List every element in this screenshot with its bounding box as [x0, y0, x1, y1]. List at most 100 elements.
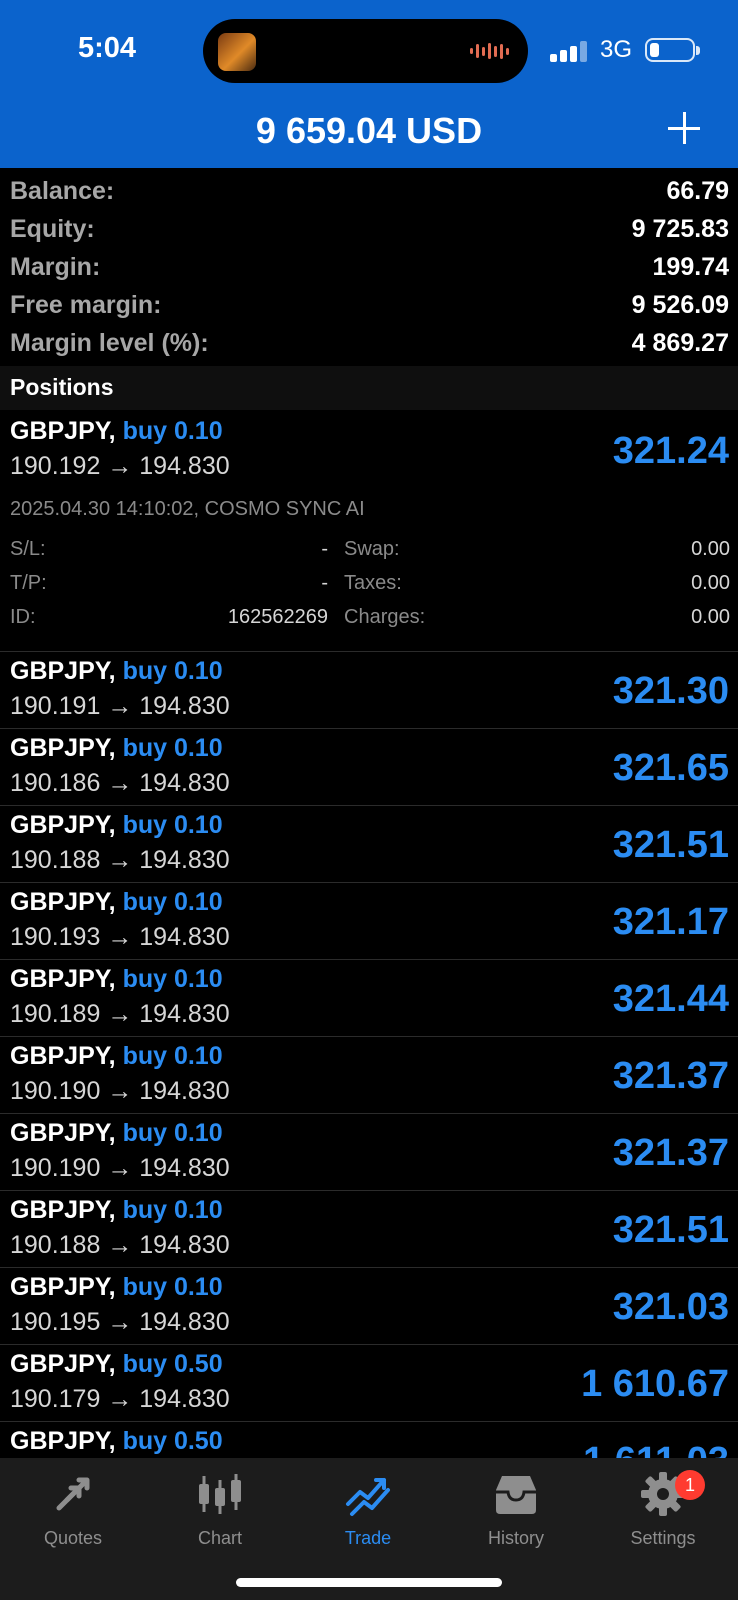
candlestick-chart-icon [199, 1474, 241, 1514]
notification-badge: 1 [675, 1470, 705, 1500]
tab-trade[interactable]: Trade [308, 1470, 428, 1549]
home-indicator[interactable] [236, 1578, 502, 1587]
summary-row: Margin: 199.74 [0, 248, 738, 286]
position-profit: 1 611.03 [583, 1440, 729, 1458]
charges-value: 0.00 [691, 606, 730, 628]
position-profit: 321.30 [612, 670, 729, 712]
position-profit: 1 610.67 [581, 1363, 729, 1405]
position-side: buy 0.10 [122, 1042, 223, 1070]
swap-value: 0.00 [691, 538, 730, 560]
summary-label: Equity: [10, 214, 95, 243]
position-profit: 321.37 [612, 1132, 729, 1174]
position-profit: 321.17 [612, 901, 729, 943]
position-symbol: GBPJPY, [10, 734, 116, 762]
position-side: buy 0.50 [122, 1350, 223, 1378]
position-row[interactable]: GBPJPY, buy 0.10 190.192 → 194.830 321.2… [0, 412, 738, 652]
position-side: buy 0.10 [122, 965, 223, 993]
summary-value: 4 869.27 [631, 328, 729, 357]
tab-label: Trade [344, 1528, 392, 1548]
tab-label: Settings [630, 1528, 696, 1548]
position-prices: 190.195 → 194.830 [10, 1308, 230, 1336]
position-row[interactable]: GBPJPY, buy 0.10 190.190 → 194.830 321.3… [0, 1037, 738, 1114]
tab-label: History [487, 1528, 544, 1548]
tp-value: - [321, 572, 328, 594]
swap-label: Swap: [344, 538, 400, 560]
position-symbol: GBPJPY, [10, 417, 116, 445]
top-header: 5:04 3G 9 659.04 USD [0, 0, 738, 168]
account-summary: Balance: 66.79 Equity: 9 725.83 Margin: … [0, 172, 738, 362]
position-side: buy 0.10 [122, 417, 223, 445]
position-prices: 190.188 → 194.830 [10, 1231, 230, 1259]
add-order-button[interactable] [664, 108, 704, 148]
summary-value: 199.74 [652, 252, 729, 281]
tab-label: Chart [197, 1528, 242, 1548]
position-row[interactable]: GBPJPY, buy 0.50 190.179 → 194.830 1 610… [0, 1345, 738, 1422]
account-total: 9 659.04 USD [255, 110, 483, 151]
position-row[interactable]: GBPJPY, buy 0.10 190.189 → 194.830 321.4… [0, 960, 738, 1037]
sl-label: S/L: [10, 538, 46, 560]
id-value: 162562269 [227, 606, 328, 628]
network-type: 3G [600, 36, 633, 63]
position-prices: 190.191 → 194.830 [10, 692, 230, 720]
positions-list[interactable]: GBPJPY, buy 0.10 190.192 → 194.830 321.2… [0, 412, 738, 1458]
quotes-arrows-icon [56, 1477, 90, 1511]
id-label: ID: [10, 606, 36, 628]
position-symbol: GBPJPY, [10, 1042, 116, 1070]
position-symbol: GBPJPY, [10, 1273, 116, 1301]
taxes-value: 0.00 [691, 572, 730, 594]
status-time: 5:04 [78, 32, 137, 64]
position-prices: 190.192 → 194.830 [10, 452, 230, 480]
position-symbol: GBPJPY, [10, 1196, 116, 1224]
position-symbol: GBPJPY, [10, 1119, 116, 1147]
tab-chart[interactable]: Chart [160, 1470, 280, 1549]
position-side: buy 0.10 [122, 888, 223, 916]
position-prices: 190.186 → 194.830 [10, 769, 230, 797]
position-side: buy 0.10 [122, 734, 223, 762]
position-side: buy 0.10 [122, 1196, 223, 1224]
position-profit: 321.03 [612, 1286, 729, 1328]
position-symbol: GBPJPY, [10, 888, 116, 916]
summary-value: 66.79 [666, 176, 729, 205]
position-row[interactable]: GBPJPY, buy 0.10 190.190 → 194.830 321.3… [0, 1114, 738, 1191]
position-side: buy 0.10 [122, 657, 223, 685]
position-row[interactable]: GBPJPY, buy 0.10 190.188 → 194.830 321.5… [0, 806, 738, 883]
position-side: buy 0.10 [122, 1273, 223, 1301]
position-open-info: 2025.04.30 14:10:02, COSMO SYNC AI [10, 498, 365, 520]
position-prices: 190.193 → 194.830 [10, 923, 230, 951]
position-row[interactable]: GBPJPY, buy 0.10 190.193 → 194.830 321.1… [0, 883, 738, 960]
position-profit: 321.24 [612, 430, 729, 472]
position-profit: 321.44 [612, 978, 729, 1020]
audio-waveform-icon [470, 41, 510, 61]
position-prices: 190.188 → 194.830 [10, 846, 230, 874]
position-row[interactable]: GBPJPY, buy 0.10 190.188 → 194.830 321.5… [0, 1191, 738, 1268]
tab-label: Quotes [43, 1528, 103, 1548]
position-profit: 321.51 [612, 824, 729, 866]
position-row[interactable]: GBPJPY, buy 0.10 190.186 → 194.830 321.6… [0, 729, 738, 806]
position-prices: 190.179 → 194.830 [10, 1385, 230, 1413]
tab-history[interactable]: History [456, 1470, 576, 1549]
position-prices: 190.190 → 194.830 [10, 1154, 230, 1182]
position-prices: 190.189 → 194.830 [10, 1000, 230, 1028]
summary-row: Balance: 66.79 [0, 172, 738, 210]
inbox-tray-icon [496, 1476, 536, 1514]
summary-label: Balance: [10, 176, 115, 205]
dynamic-island[interactable] [203, 19, 528, 83]
section-title: Positions [10, 374, 114, 400]
summary-row: Free margin: 9 526.09 [0, 286, 738, 324]
position-row[interactable]: GBPJPY, buy 0.10 190.191 → 194.830 321.3… [0, 652, 738, 729]
tab-quotes[interactable]: Quotes [13, 1470, 133, 1549]
tab-settings[interactable]: 1 Settings [603, 1470, 723, 1549]
summary-row: Equity: 9 725.83 [0, 210, 738, 248]
position-symbol: GBPJPY, [10, 657, 116, 685]
position-profit: 321.65 [612, 747, 729, 789]
position-row[interactable]: GBPJPY, buy 0.10 190.195 → 194.830 321.0… [0, 1268, 738, 1345]
taxes-label: Taxes: [344, 572, 402, 594]
position-profit: 321.37 [612, 1055, 729, 1097]
position-prices: 190.190 → 194.830 [10, 1077, 230, 1105]
position-symbol: GBPJPY, [10, 811, 116, 839]
position-row[interactable]: GBPJPY, buy 0.50 1 611.03 [0, 1422, 738, 1458]
battery-icon [645, 38, 700, 62]
position-side: buy 0.10 [122, 1119, 223, 1147]
app-thumbnail-icon [218, 33, 256, 71]
summary-row: Margin level (%): 4 869.27 [0, 324, 738, 362]
